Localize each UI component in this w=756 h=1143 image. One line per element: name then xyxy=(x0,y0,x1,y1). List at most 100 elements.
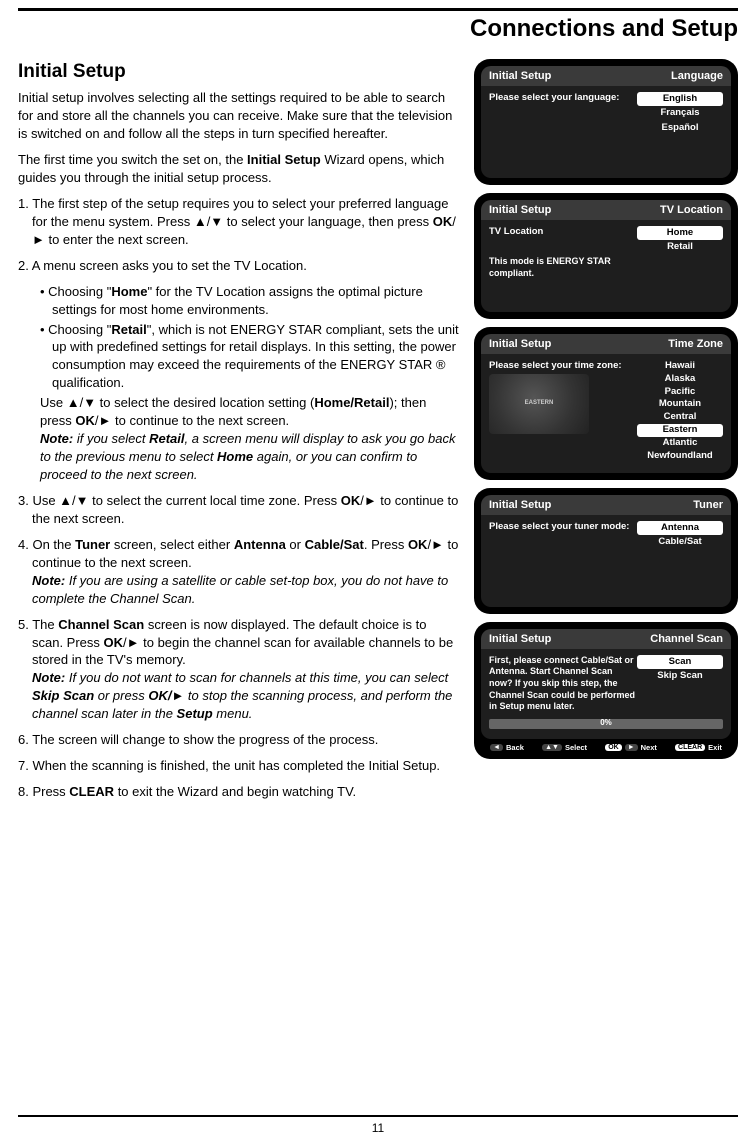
clear-key-icon: CLEAR xyxy=(675,744,705,751)
left-arrow-icon: ◄ xyxy=(490,744,503,751)
bold: Retail xyxy=(111,322,146,337)
option-pacific[interactable]: Pacific xyxy=(637,386,723,399)
option-cable-sat[interactable]: Cable/Sat xyxy=(637,535,723,549)
bold: Antenna xyxy=(234,537,286,552)
screen-header: Initial Setup TV Location xyxy=(481,200,731,220)
map-label: EASTERN xyxy=(525,400,554,408)
section-title: Connections and Setup xyxy=(18,15,738,43)
option-central[interactable]: Central xyxy=(637,411,723,424)
option-antenna[interactable]: Antenna xyxy=(637,521,723,535)
bold: Cable/Sat xyxy=(305,537,364,552)
nav-next: OK►Next xyxy=(605,743,657,752)
nav-label: Select xyxy=(565,743,587,752)
step-7: 7. When the scanning is finished, the un… xyxy=(32,757,460,775)
bold: OK xyxy=(104,635,124,650)
article-heading: Initial Setup xyxy=(18,59,460,85)
screen-body: First, please connect Cable/Sat or Anten… xyxy=(481,649,731,739)
screen-header: Initial Setup Channel Scan xyxy=(481,629,731,649)
step-2-use: Use ▲/▼ to select the desired location s… xyxy=(40,394,460,484)
text: to exit the Wizard and begin watching TV… xyxy=(114,784,356,799)
option-list: English Français Español xyxy=(637,92,723,168)
article-column: Initial Setup Initial setup involves sel… xyxy=(18,59,460,809)
option-hawaii[interactable]: Hawaii xyxy=(637,360,723,373)
screen-prompt: Please select your language: xyxy=(489,92,637,168)
bold: OK xyxy=(75,413,95,428)
top-rule xyxy=(18,8,738,11)
option-espanol[interactable]: Español xyxy=(637,121,723,135)
step-3: 3. Use ▲/▼ to select the current local t… xyxy=(32,492,460,528)
bold: Home/Retail xyxy=(314,395,389,410)
bold: Retail xyxy=(149,431,184,446)
screen-title: Initial Setup xyxy=(489,633,551,645)
text: or xyxy=(286,537,305,552)
note-label: Note: xyxy=(32,670,65,685)
text: or press xyxy=(94,688,148,703)
screen-body: Please select your tuner mode: Antenna C… xyxy=(481,515,731,607)
right-arrow-icon: ► xyxy=(625,744,638,751)
bold: Home xyxy=(217,449,253,464)
screen-channel-scan: Initial Setup Channel Scan First, please… xyxy=(474,622,738,759)
option-atlantic[interactable]: Atlantic xyxy=(637,437,723,450)
screen-category: Tuner xyxy=(693,499,723,511)
bold: OK xyxy=(408,537,428,552)
screen-language: Initial Setup Language Please select you… xyxy=(474,59,738,185)
progress: 0% xyxy=(489,719,723,729)
step-2-bullet-2: • Choosing "Retail", which is not ENERGY… xyxy=(52,321,460,393)
option-list: Home Retail xyxy=(637,226,723,302)
option-retail[interactable]: Retail xyxy=(637,240,723,254)
page-number: 11 xyxy=(18,1121,738,1135)
bottom-rule xyxy=(18,1115,738,1117)
text: 4. On the xyxy=(18,537,75,552)
screen-title: Initial Setup xyxy=(489,204,551,216)
text: menu. xyxy=(213,706,253,721)
nav-exit: CLEARExit xyxy=(675,743,722,752)
option-skip-scan[interactable]: Skip Scan xyxy=(637,669,723,683)
screen-title: Initial Setup xyxy=(489,70,551,82)
option-eastern[interactable]: Eastern xyxy=(637,424,723,437)
step-2-bullet-1: • Choosing "Home" for the TV Location as… xyxy=(52,283,460,319)
option-newfoundland[interactable]: Newfoundland xyxy=(637,450,723,463)
step-5: 5. The Channel Scan screen is now displa… xyxy=(32,616,460,724)
nav-label: Back xyxy=(506,743,524,752)
bold: OK xyxy=(433,214,453,229)
text: /► to continue to the next screen. xyxy=(95,413,289,428)
content-columns: Initial Setup Initial setup involves sel… xyxy=(18,59,738,809)
option-list: Hawaii Alaska Pacific Mountain Central E… xyxy=(637,360,723,463)
text: 5. The xyxy=(18,617,58,632)
nav-select: ▲▼Select xyxy=(542,743,587,752)
bold: Setup xyxy=(177,706,213,721)
text: Use ▲/▼ to select the desired location s… xyxy=(40,395,314,410)
option-list: Antenna Cable/Sat xyxy=(637,521,723,597)
text: 1. The first step of the setup requires … xyxy=(18,196,448,229)
screen-left: TV Location This mode is ENERGY STAR com… xyxy=(489,226,637,302)
bold: Channel Scan xyxy=(58,617,144,632)
step-6: 6. The screen will change to show the pr… xyxy=(32,731,460,749)
text: . Press xyxy=(364,537,408,552)
ok-key-icon: OK xyxy=(605,744,622,751)
screen-tuner: Initial Setup Tuner Please select your t… xyxy=(474,488,738,614)
text: If you do not want to scan for channels … xyxy=(65,670,448,685)
text: • Choosing " xyxy=(40,322,111,337)
screen-left: Please select your time zone: EASTERN xyxy=(489,360,637,463)
option-home[interactable]: Home xyxy=(637,226,723,240)
updown-arrow-icon: ▲▼ xyxy=(542,744,562,751)
step-1: 1. The first step of the setup requires … xyxy=(32,195,460,249)
screen-note: This mode is ENERGY STAR compliant. xyxy=(489,256,637,279)
text: • Choosing " xyxy=(40,284,111,299)
note-label: Note: xyxy=(40,431,73,446)
text: The first time you switch the set on, th… xyxy=(18,152,247,167)
screen-prompt: First, please connect Cable/Sat or Anten… xyxy=(489,655,637,713)
nav-label: Next xyxy=(641,743,657,752)
bold: Tuner xyxy=(75,537,110,552)
bold: Skip Scan xyxy=(32,688,94,703)
option-scan[interactable]: Scan xyxy=(637,655,723,669)
screen-title: Initial Setup xyxy=(489,499,551,511)
option-francais[interactable]: Français xyxy=(637,106,723,120)
screen-category: Time Zone xyxy=(668,338,723,350)
screen-tv-location: Initial Setup TV Location TV Location Th… xyxy=(474,193,738,319)
bold: Initial Setup xyxy=(247,152,321,167)
text: 8. Press xyxy=(18,784,69,799)
option-mountain[interactable]: Mountain xyxy=(637,398,723,411)
option-alaska[interactable]: Alaska xyxy=(637,373,723,386)
option-english[interactable]: English xyxy=(637,92,723,106)
